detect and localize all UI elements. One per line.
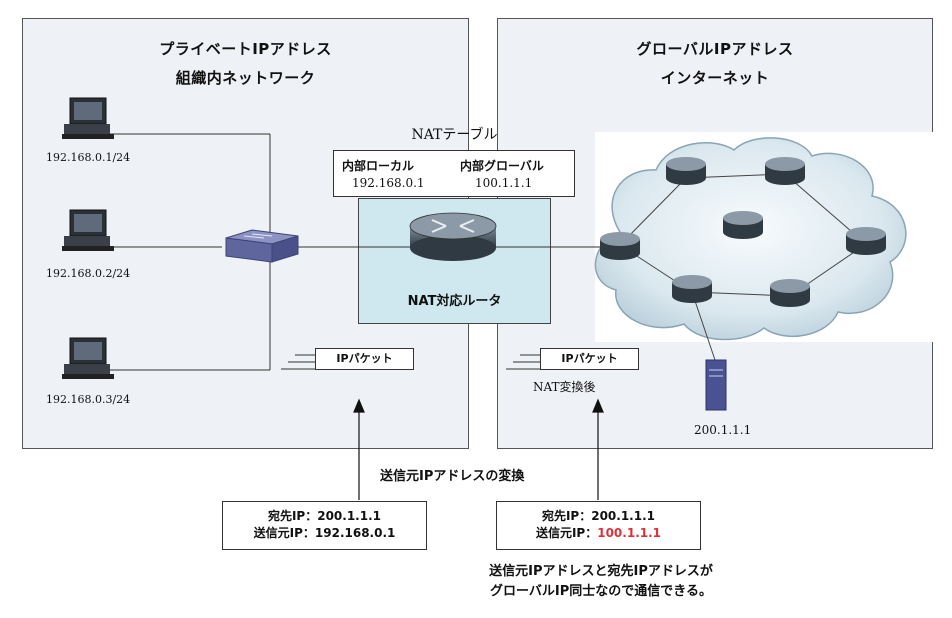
- note-line-2: グローバルIP同士なので通信できる。: [490, 584, 712, 599]
- server-ip: 200.1.1.1: [694, 423, 752, 437]
- host-ip-2: 192.168.0.2/24: [46, 267, 131, 280]
- translated-source-ip: 100.1.1.1: [597, 526, 662, 540]
- note-line-1: 送信元IPアドレスと宛先IPアドレスが: [489, 564, 713, 579]
- host-ip-3: 192.168.0.3/24: [46, 393, 131, 406]
- info-after-src: 送信元IP：100.1.1.1: [535, 526, 662, 540]
- nat-table-local-value: 192.168.0.1: [352, 176, 425, 190]
- nat-router-label: NAT対応ルータ: [407, 294, 502, 309]
- ip-packet-right: IPパケット: [540, 348, 639, 370]
- computer-icon-2: [62, 209, 114, 251]
- connection-lines: [62, 97, 907, 500]
- nat-table-title: NATテーブル: [411, 127, 498, 143]
- nat-converted-caption: NAT変換後: [533, 380, 596, 394]
- ip-packet-left: IPパケット: [315, 348, 414, 370]
- computer-icon-3: [62, 337, 114, 379]
- info-before-src: 送信元IP：192.168.0.1: [253, 526, 396, 540]
- nat-table-col-global: 内部グローバル: [460, 159, 544, 173]
- server-icon: [705, 359, 727, 411]
- nat-router-icon: [409, 212, 497, 261]
- info-after-dest: 宛先IP：200.1.1.1: [541, 509, 656, 523]
- nat-table-col-local: 内部ローカル: [342, 159, 415, 173]
- conversion-label: 送信元IPアドレスの変換: [380, 469, 525, 484]
- host-ip-1: 192.168.0.1/24: [46, 151, 131, 164]
- nat-table: 内部ローカル 内部グローバル 192.168.0.1 100.1.1.1: [333, 150, 575, 197]
- info-before-dest: 宛先IP：200.1.1.1: [267, 509, 382, 523]
- communication-note: 送信元IPアドレスと宛先IPアドレスが グローバルIP同士なので通信できる。: [470, 562, 732, 602]
- nat-table-global-value: 100.1.1.1: [475, 176, 533, 190]
- switch-icon: [225, 229, 299, 263]
- packet-info-after: 宛先IP：200.1.1.1 送信元IP：100.1.1.1: [496, 501, 701, 550]
- computer-icon-1: [62, 97, 114, 139]
- packet-info-before: 宛先IP：200.1.1.1 送信元IP：192.168.0.1: [222, 501, 427, 550]
